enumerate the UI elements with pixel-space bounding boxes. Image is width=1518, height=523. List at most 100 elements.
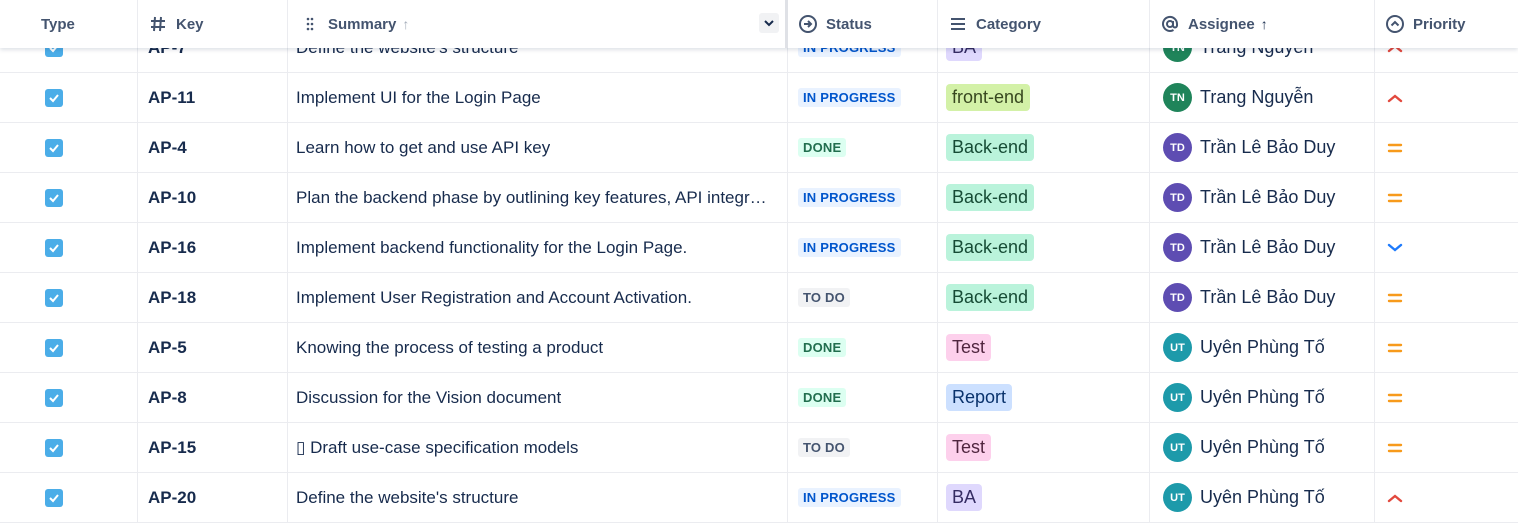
cell-priority[interactable] bbox=[1375, 173, 1518, 222]
cell-category[interactable]: Report bbox=[938, 373, 1150, 422]
category-tag[interactable]: front-end bbox=[946, 84, 1031, 111]
cell-assignee[interactable]: UT Uyên Phùng Tố bbox=[1150, 323, 1375, 372]
cell-category[interactable]: Back-end bbox=[938, 223, 1150, 272]
cell-status[interactable]: DONE bbox=[788, 373, 938, 422]
table-row[interactable]: AP-8 Discussion for the Vision document DO… bbox=[0, 373, 1518, 423]
status-lozenge[interactable]: IN PROGRESS bbox=[798, 188, 901, 207]
issue-key-link[interactable]: AP-5 bbox=[148, 338, 187, 358]
column-header-status[interactable]: Status bbox=[788, 0, 938, 48]
priority-medium-icon[interactable] bbox=[1385, 388, 1405, 408]
issue-key-link[interactable]: AP-4 bbox=[148, 138, 187, 158]
table-row[interactable]: AP-16 Implement backend functionality for… bbox=[0, 223, 1518, 273]
cell-category[interactable]: Test bbox=[938, 423, 1150, 472]
cell-summary[interactable]: Plan the backend phase by outlining key … bbox=[288, 173, 788, 222]
priority-medium-icon[interactable] bbox=[1385, 338, 1405, 358]
cell-key[interactable]: AP-15 bbox=[138, 423, 288, 472]
status-lozenge[interactable]: DONE bbox=[798, 388, 847, 407]
sort-up-icon[interactable]: ↑ bbox=[1261, 16, 1268, 32]
cell-summary[interactable]: Define the website's structure bbox=[288, 473, 788, 522]
table-row[interactable]: AP-15 ▯ Draft use-case specification mode… bbox=[0, 423, 1518, 473]
column-header-type[interactable]: Type bbox=[0, 0, 138, 48]
cell-key[interactable]: AP-5 bbox=[138, 323, 288, 372]
issue-key-link[interactable]: AP-18 bbox=[148, 288, 196, 308]
priority-low-icon[interactable] bbox=[1385, 238, 1405, 258]
cell-assignee[interactable]: TD Trần Lê Bảo Duy bbox=[1150, 223, 1375, 272]
cell-category[interactable]: Back-end bbox=[938, 173, 1150, 222]
cell-status[interactable]: IN PROGRESS bbox=[788, 473, 938, 522]
category-tag[interactable]: Test bbox=[946, 434, 992, 461]
column-header-priority[interactable]: Priority bbox=[1375, 0, 1518, 48]
category-tag[interactable]: Report bbox=[946, 384, 1013, 411]
cell-key[interactable]: AP-8 bbox=[138, 373, 288, 422]
cell-category[interactable]: Back-end bbox=[938, 273, 1150, 322]
cell-status[interactable]: IN PROGRESS bbox=[788, 73, 938, 122]
cell-key[interactable]: AP-20 bbox=[138, 473, 288, 522]
cell-summary[interactable]: Implement User Registration and Account … bbox=[288, 273, 788, 322]
column-header-assignee[interactable]: Assignee ↑ bbox=[1150, 0, 1375, 48]
cell-priority[interactable] bbox=[1375, 123, 1518, 172]
cell-category[interactable]: BA bbox=[938, 473, 1150, 522]
category-tag[interactable]: Test bbox=[946, 334, 992, 361]
cell-assignee[interactable]: UT Uyên Phùng Tố bbox=[1150, 473, 1375, 522]
status-lozenge[interactable]: IN PROGRESS bbox=[798, 88, 901, 107]
priority-medium-icon[interactable] bbox=[1385, 188, 1405, 208]
cell-assignee[interactable]: UT Uyên Phùng Tố bbox=[1150, 373, 1375, 422]
status-lozenge[interactable]: IN PROGRESS bbox=[798, 238, 901, 257]
cell-assignee[interactable]: UT Uyên Phùng Tố bbox=[1150, 423, 1375, 472]
priority-medium-icon[interactable] bbox=[1385, 288, 1405, 308]
priority-medium-icon[interactable] bbox=[1385, 438, 1405, 458]
category-tag[interactable]: Back-end bbox=[946, 234, 1035, 261]
cell-summary[interactable]: Implement backend functionality for the … bbox=[288, 223, 788, 272]
status-lozenge[interactable]: IN PROGRESS bbox=[798, 488, 901, 507]
cell-key[interactable]: AP-16 bbox=[138, 223, 288, 272]
table-row[interactable]: AP-5 Knowing the process of testing a pro… bbox=[0, 323, 1518, 373]
cell-priority[interactable] bbox=[1375, 273, 1518, 322]
cell-priority[interactable] bbox=[1375, 423, 1518, 472]
cell-status[interactable]: IN PROGRESS bbox=[788, 223, 938, 272]
table-row[interactable]: AP-10 Plan the backend phase by outlining… bbox=[0, 173, 1518, 223]
column-header-key[interactable]: Key bbox=[138, 0, 288, 48]
cell-category[interactable]: front-end bbox=[938, 73, 1150, 122]
cell-priority[interactable] bbox=[1375, 323, 1518, 372]
category-tag[interactable]: BA bbox=[946, 484, 983, 511]
table-row[interactable]: AP-18 Implement User Registration and Acc… bbox=[0, 273, 1518, 323]
cell-key[interactable]: AP-10 bbox=[138, 173, 288, 222]
cell-status[interactable]: DONE bbox=[788, 323, 938, 372]
drag-handle-icon[interactable] bbox=[300, 14, 320, 34]
chevron-down-icon[interactable] bbox=[759, 13, 779, 33]
cell-key[interactable]: AP-11 bbox=[138, 73, 288, 122]
cell-summary[interactable]: Discussion for the Vision document bbox=[288, 373, 788, 422]
cell-assignee[interactable]: TD Trần Lê Bảo Duy bbox=[1150, 173, 1375, 222]
issue-key-link[interactable]: AP-8 bbox=[148, 388, 187, 408]
table-row[interactable]: AP-4 Learn how to get and use API key DONE… bbox=[0, 123, 1518, 173]
cell-status[interactable]: TO DO bbox=[788, 423, 938, 472]
cell-summary[interactable]: Implement UI for the Login Page bbox=[288, 73, 788, 122]
table-row[interactable]: AP-11 Implement UI for the Login Page IN P… bbox=[0, 73, 1518, 123]
status-lozenge[interactable]: TO DO bbox=[798, 288, 850, 307]
priority-medium-icon[interactable] bbox=[1385, 138, 1405, 158]
cell-priority[interactable] bbox=[1375, 73, 1518, 122]
status-lozenge[interactable]: DONE bbox=[798, 138, 847, 157]
priority-high-icon[interactable] bbox=[1385, 488, 1405, 508]
cell-assignee[interactable]: TD Trần Lê Bảo Duy bbox=[1150, 123, 1375, 172]
cell-status[interactable]: TO DO bbox=[788, 273, 938, 322]
cell-priority[interactable] bbox=[1375, 223, 1518, 272]
priority-high-icon[interactable] bbox=[1385, 88, 1405, 108]
sort-up-icon[interactable]: ↑ bbox=[402, 16, 409, 32]
status-lozenge[interactable]: DONE bbox=[798, 338, 847, 357]
status-lozenge[interactable]: TO DO bbox=[798, 438, 850, 457]
column-header-category[interactable]: Category bbox=[938, 0, 1150, 48]
issue-key-link[interactable]: AP-10 bbox=[148, 188, 196, 208]
cell-category[interactable]: Back-end bbox=[938, 123, 1150, 172]
cell-key[interactable]: AP-4 bbox=[138, 123, 288, 172]
table-row[interactable]: AP-20 Define the website's structure IN PR… bbox=[0, 473, 1518, 523]
cell-category[interactable]: Test bbox=[938, 323, 1150, 372]
issue-key-link[interactable]: AP-15 bbox=[148, 438, 196, 458]
category-tag[interactable]: Back-end bbox=[946, 184, 1035, 211]
cell-assignee[interactable]: TD Trần Lê Bảo Duy bbox=[1150, 273, 1375, 322]
cell-priority[interactable] bbox=[1375, 473, 1518, 522]
cell-assignee[interactable]: TN Trang Nguyễn bbox=[1150, 73, 1375, 122]
category-tag[interactable]: Back-end bbox=[946, 134, 1035, 161]
issue-key-link[interactable]: AP-16 bbox=[148, 238, 196, 258]
column-header-summary[interactable]: Summary ↑ bbox=[288, 0, 788, 48]
